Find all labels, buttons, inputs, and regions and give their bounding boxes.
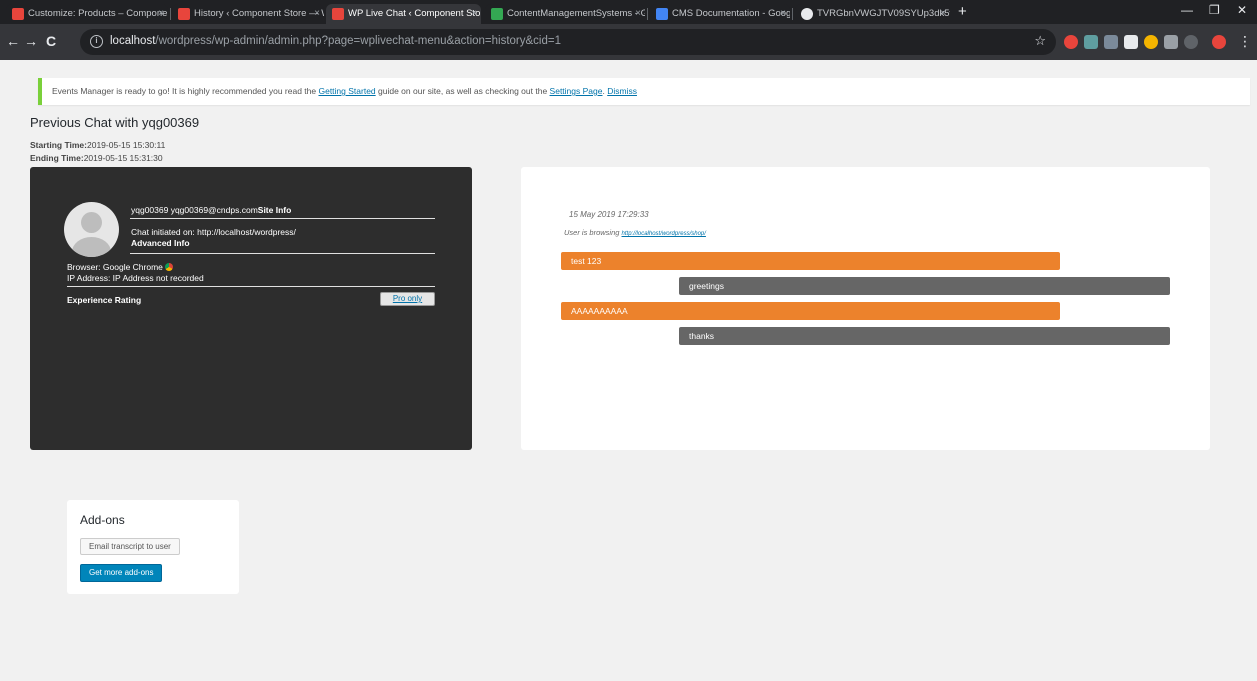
browser-tab-history[interactable]: History ‹ Component Store — W × <box>172 4 324 24</box>
tab-separator <box>792 8 793 20</box>
chat-message-agent: greetings <box>679 277 1170 295</box>
tab-close-icon[interactable]: × <box>940 4 946 24</box>
browsing-link[interactable]: http://localhost/wordpress/shop/ <box>622 231 706 237</box>
settings-page-link[interactable]: Settings Page <box>550 86 603 96</box>
addons-title: Add-ons <box>80 513 125 527</box>
tab-title: Customize: Products – Compone <box>28 8 168 19</box>
extension-icon[interactable] <box>1144 35 1158 49</box>
chrome-menu-icon[interactable]: ⋮ <box>1238 33 1252 49</box>
events-manager-notice: Events Manager is ready to go! It is hig… <box>38 78 1250 105</box>
notice-text: guide on our site, as well as checking o… <box>375 86 550 96</box>
extension-icon[interactable] <box>1164 35 1178 49</box>
visitor-name: yqg00369 yqg00369@cndps.com <box>131 205 258 215</box>
chat-message-visitor: test 123 <box>561 252 1060 270</box>
chat-message-agent: thanks <box>679 327 1170 345</box>
chat-message-visitor: AAAAAAAAAA <box>561 302 1060 320</box>
extension-icon[interactable] <box>1104 35 1118 49</box>
wp-favicon-icon <box>12 8 24 20</box>
browser-info: Browser: Google Chrome <box>67 262 173 272</box>
tab-separator <box>647 8 648 20</box>
tab-title: WP Live Chat ‹ Component Store <box>348 8 481 19</box>
tab-close-icon[interactable]: × <box>635 4 641 24</box>
addons-box: Add-ons Email transcript to user Get mor… <box>67 500 239 594</box>
dismiss-link[interactable]: Dismiss <box>607 86 637 96</box>
notice-text: Events Manager is ready to go! It is hig… <box>52 86 319 96</box>
url-text[interactable]: localhost/wordpress/wp-admin/admin.php?p… <box>110 35 561 47</box>
back-icon[interactable]: ← <box>6 33 20 49</box>
globe-favicon-icon <box>801 8 813 20</box>
browsing-prefix: User is browsing <box>564 228 622 237</box>
minimize-icon[interactable]: — <box>1181 3 1193 17</box>
starting-time-value: 2019-05-15 15:30:11 <box>87 140 166 150</box>
tab-close-icon[interactable]: × <box>471 4 477 24</box>
address-bar[interactable]: i localhost/wordpress/wp-admin/admin.php… <box>80 29 1056 55</box>
ending-time-label: Ending Time: <box>30 153 84 163</box>
browser-tab-wp-live-chat[interactable]: WP Live Chat ‹ Component Store × <box>326 4 481 24</box>
tab-title: History ‹ Component Store — W <box>194 8 324 19</box>
user-browsing-text: User is browsing http://localhost/wordpr… <box>564 228 706 237</box>
tab-title: CMS Documentation - Google D <box>672 8 790 19</box>
wp-favicon-icon <box>178 8 190 20</box>
browser-tab-bar: Customize: Products – Compone × History … <box>0 0 1257 24</box>
get-more-addons-button[interactable]: Get more add-ons <box>80 564 163 582</box>
url-path: /wordpress/wp-admin/admin.php?page=wpliv… <box>155 35 561 47</box>
browser-tab-tvrg[interactable]: TVRGbnVWGJTV09SYUp3dk5vd × <box>795 4 950 24</box>
browser-info-text: Browser: Google Chrome <box>67 262 163 272</box>
new-tab-icon[interactable]: + <box>958 4 967 20</box>
site-info-heading: Site Info <box>257 205 292 215</box>
chat-date: 15 May 2019 17:29:33 <box>569 210 649 219</box>
wp-favicon-icon <box>332 8 344 20</box>
ending-time: Ending Time:2019-05-15 15:31:30 <box>30 153 163 163</box>
tab-title: ContentManagementSystems - G <box>507 8 645 19</box>
visitor-info-panel: yqg00369 yqg00369@cndps.comSite Info Cha… <box>30 167 472 450</box>
forward-icon[interactable]: → <box>24 33 38 49</box>
extension-icon[interactable] <box>1184 35 1198 49</box>
email-transcript-button[interactable]: Email transcript to user <box>80 538 180 555</box>
experience-rating-label: Experience Rating <box>67 295 142 305</box>
ip-address-info: IP Address: IP Address not recorded <box>67 273 204 283</box>
tab-separator <box>170 8 171 20</box>
tab-close-icon[interactable]: × <box>780 4 786 24</box>
window-close-icon[interactable]: ✕ <box>1237 3 1247 17</box>
chrome-icon <box>164 263 173 271</box>
tab-title: TVRGbnVWGJTV09SYUp3dk5vd <box>817 8 950 19</box>
extension-icon[interactable] <box>1124 35 1138 49</box>
divider <box>67 286 435 287</box>
tab-close-icon[interactable]: × <box>158 4 164 24</box>
getting-started-link[interactable]: Getting Started <box>318 86 375 96</box>
tab-close-icon[interactable]: × <box>314 4 320 24</box>
browser-tab-customize[interactable]: Customize: Products – Compone × <box>6 4 168 24</box>
drive-favicon-icon <box>491 8 503 20</box>
visitor-name-email: yqg00369 yqg00369@cndps.comSite Info <box>131 205 291 215</box>
site-info-icon[interactable]: i <box>90 35 103 48</box>
starting-time: Starting Time:2019-05-15 15:30:11 <box>30 140 165 150</box>
pro-only-button[interactable]: Pro only <box>380 292 435 306</box>
extension-icon[interactable] <box>1064 35 1078 49</box>
profile-avatar-icon[interactable] <box>1212 35 1226 49</box>
starting-time-label: Starting Time: <box>30 140 87 150</box>
avatar <box>64 202 119 257</box>
browser-tab-cms-docs[interactable]: CMS Documentation - Google D × <box>650 4 790 24</box>
chat-transcript-panel: 15 May 2019 17:29:33 User is browsing ht… <box>521 167 1210 450</box>
browser-tab-google-drive[interactable]: ContentManagementSystems - G × <box>485 4 645 24</box>
ending-time-value: 2019-05-15 15:31:30 <box>83 153 163 163</box>
chat-initiated-text: Chat initiated on: http://localhost/word… <box>131 227 296 237</box>
maximize-icon[interactable]: ❐ <box>1209 3 1220 17</box>
advanced-info-heading: Advanced Info <box>131 238 190 248</box>
url-host: localhost <box>110 35 156 47</box>
divider <box>130 253 435 254</box>
divider <box>130 218 435 219</box>
wp-admin-content: Events Manager is ready to go! It is hig… <box>10 60 1257 681</box>
bookmark-star-icon[interactable]: ☆ <box>1034 33 1046 49</box>
extension-icon[interactable] <box>1084 35 1098 49</box>
reload-icon[interactable]: C <box>46 33 56 49</box>
docs-favicon-icon <box>656 8 668 20</box>
browser-toolbar: ← → C i localhost/wordpress/wp-admin/adm… <box>0 24 1257 60</box>
page-title: Previous Chat with yqg00369 <box>30 115 200 130</box>
